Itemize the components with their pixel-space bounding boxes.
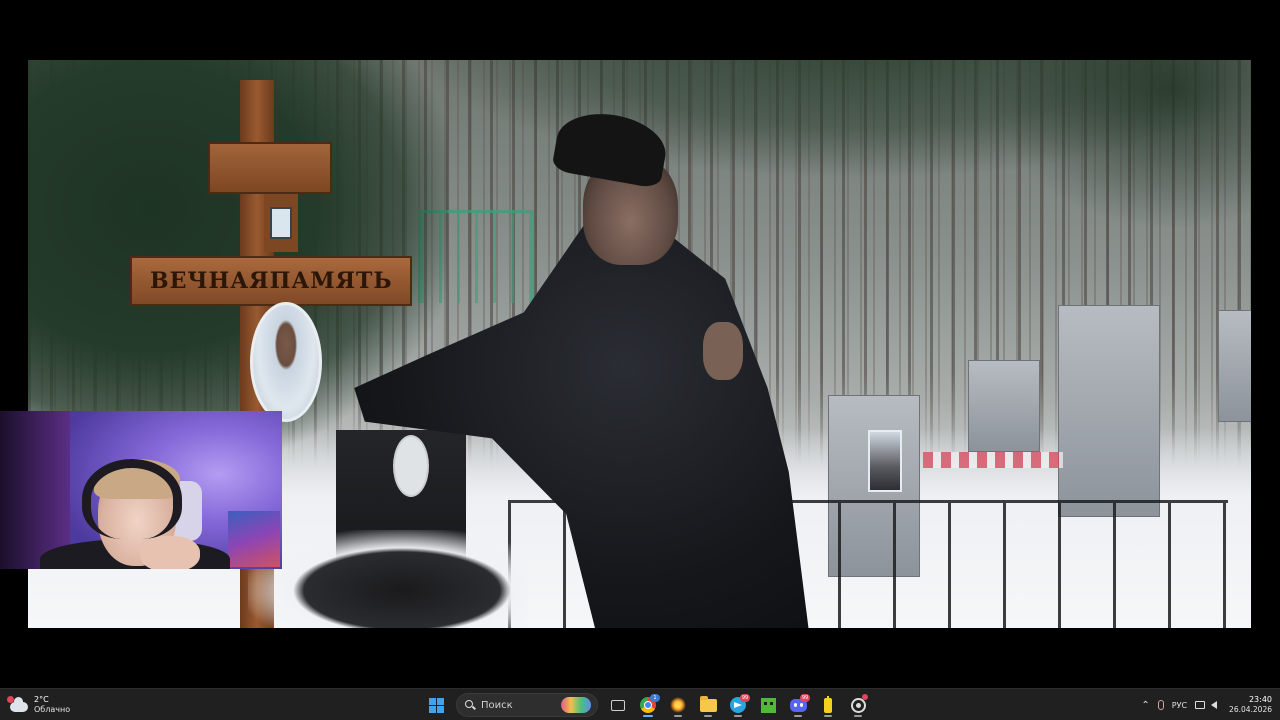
telegram-button[interactable]: 99 [726, 693, 750, 717]
cross-inscription-left: ВЕЧНАЯ [150, 268, 270, 294]
webcam-left-wall [0, 411, 70, 569]
man-hand [703, 322, 743, 380]
snow-covered-flowers [248, 530, 528, 628]
pine-branches-right [991, 60, 1251, 230]
obs-button[interactable] [846, 693, 870, 717]
search-icon [465, 700, 475, 710]
running-indicator [704, 715, 712, 717]
search-highlight-icon [561, 697, 591, 713]
memorial-portrait [250, 302, 322, 422]
spark-app-button[interactable] [666, 693, 690, 717]
weather-condition: Облачно [34, 705, 71, 714]
running-indicator [734, 715, 742, 717]
search-placeholder: Поиск [481, 699, 513, 711]
chrome-button[interactable]: 1 [636, 693, 660, 717]
telegram-badge: 99 [740, 694, 750, 702]
language-indicator[interactable]: РУС [1172, 701, 1187, 710]
gravestone [1058, 305, 1160, 517]
cross-inscription-right: ПАМЯТЬ [269, 268, 393, 294]
webcam-box [228, 511, 280, 567]
headset-icon [82, 459, 182, 539]
running-indicator [674, 715, 682, 717]
taskbar: 2°C Облачно Поиск 1 99 99 ⌃ РУС 23:40 26… [0, 688, 1280, 720]
wreath-ribbon [923, 452, 1063, 468]
active-indicator [643, 715, 653, 717]
recording-dot-icon [862, 694, 868, 700]
gravestone [1218, 310, 1251, 422]
quick-settings[interactable] [1195, 701, 1218, 709]
chevron-up-icon[interactable]: ⌃ [1141, 700, 1149, 711]
weather-alert-icon [7, 696, 14, 703]
windows-icon [428, 697, 444, 713]
file-explorer-icon [699, 695, 717, 712]
microphone-icon[interactable] [1157, 700, 1164, 710]
weather-temperature: 2°C [34, 695, 49, 704]
running-indicator [794, 715, 802, 717]
task-view-icon [611, 699, 625, 711]
search-box[interactable]: Поиск [456, 693, 598, 717]
taskbar-center: Поиск 1 99 99 [424, 692, 870, 718]
weather-widget[interactable]: 2°C Облачно [7, 693, 71, 717]
discord-badge: 99 [800, 694, 810, 702]
gravestone [968, 360, 1040, 452]
cross-top-bar [208, 142, 332, 194]
minecraft-button[interactable] [756, 693, 780, 717]
clock[interactable]: 23:40 26.04.2026 [1225, 695, 1272, 715]
cloud-icon [7, 696, 28, 712]
cross-icon-plaque [264, 194, 298, 252]
webcam-overlay [0, 411, 282, 569]
clock-date: 26.04.2026 [1229, 705, 1272, 714]
network-icon [1195, 701, 1206, 709]
clock-time: 23:40 [1248, 695, 1272, 704]
cross-inscription-bar: ВЕЧНАЯ ПАМЯТЬ [130, 256, 412, 306]
chrome-badge: 1 [650, 694, 660, 702]
running-indicator [854, 715, 862, 717]
discord-button[interactable]: 99 [786, 693, 810, 717]
grave-photo [868, 430, 902, 492]
streamer-hand [140, 536, 200, 569]
task-view-button[interactable] [606, 693, 630, 717]
desktop-screen: ВЕЧНАЯ ПАМЯТЬ 2°C Облачно Поиск 1 99 99 … [0, 0, 1280, 720]
file-explorer-button[interactable] [696, 693, 720, 717]
spark-app-icon [670, 697, 686, 713]
battery-app-icon [824, 695, 832, 713]
battery-app-button[interactable] [816, 693, 840, 717]
running-indicator [824, 715, 832, 717]
volume-icon [1211, 701, 1218, 709]
system-tray: ⌃ РУС 23:40 26.04.2026 [1141, 693, 1272, 717]
start-button[interactable] [424, 693, 448, 717]
minecraft-icon [760, 697, 776, 713]
